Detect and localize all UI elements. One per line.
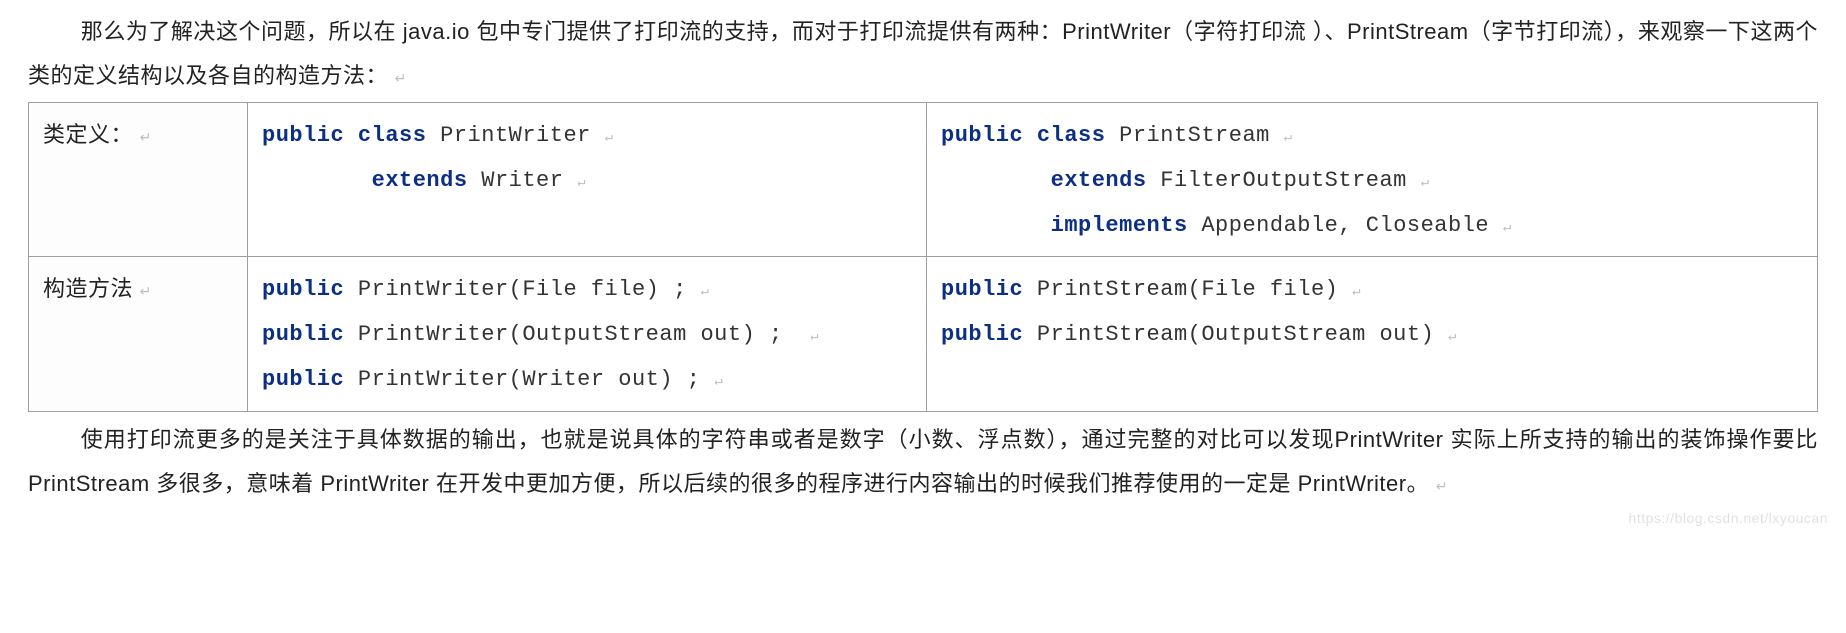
- cell-mark: ↵: [140, 283, 152, 299]
- paragraph-intro: 那么为了解决这个问题，所以在 java.io 包中专门提供了打印流的支持，而对于…: [28, 10, 1818, 98]
- cell-row2-label: 构造方法 ↵: [29, 257, 248, 411]
- type-name: Writer: [481, 168, 563, 193]
- line-mark: ↵: [714, 374, 723, 390]
- document-page: 那么为了解决这个问题，所以在 java.io 包中专门提供了打印流的支持，而对于…: [0, 0, 1846, 550]
- paragraph-summary-text: 使用打印流更多的是关注于具体数据的输出，也就是说具体的字符串或者是数字（小数、浮…: [28, 427, 1818, 496]
- keyword-public: public: [941, 322, 1023, 347]
- keyword-implements: implements: [1051, 213, 1188, 238]
- ctor-sig: PrintStream(OutputStream out): [1037, 322, 1434, 347]
- ctor-sig: PrintWriter(File file) ;: [358, 277, 687, 302]
- line-mark: ↵: [1503, 220, 1512, 236]
- paragraph-summary: 使用打印流更多的是关注于具体数据的输出，也就是说具体的字符串或者是数字（小数、浮…: [28, 418, 1818, 506]
- code-block: public PrintStream(File file) ↵ public P…: [941, 267, 1803, 357]
- keyword-public: public: [941, 123, 1023, 148]
- cell-row1-label: 类定义： ↵: [29, 103, 248, 257]
- line-mark: ↵: [1352, 284, 1361, 300]
- para-mark: ↵: [1436, 478, 1448, 494]
- keyword-public: public: [941, 277, 1023, 302]
- table-row: 构造方法 ↵ public PrintWriter(File file) ; ↵…: [29, 257, 1818, 411]
- ctor-sig: PrintWriter(OutputStream out) ;: [358, 322, 783, 347]
- paragraph-intro-text: 那么为了解决这个问题，所以在 java.io 包中专门提供了打印流的支持，而对于…: [28, 19, 1818, 88]
- code-block: public PrintWriter(File file) ; ↵ public…: [262, 267, 912, 402]
- definition-table: 类定义： ↵ public class PrintWriter ↵ extend…: [28, 102, 1818, 412]
- keyword-public: public: [262, 277, 344, 302]
- code-block: public class PrintWriter ↵ extends Write…: [262, 113, 912, 203]
- line-mark: ↵: [700, 284, 709, 300]
- cell-printstream-ctor: public PrintStream(File file) ↵ public P…: [927, 257, 1818, 411]
- code-block: public class PrintStream ↵ extends Filte…: [941, 113, 1803, 248]
- line-mark: ↵: [1284, 130, 1293, 146]
- type-name: FilterOutputStream: [1160, 168, 1407, 193]
- type-name: PrintWriter: [440, 123, 591, 148]
- cell-printstream-def: public class PrintStream ↵ extends Filte…: [927, 103, 1818, 257]
- type-name: PrintStream: [1119, 123, 1270, 148]
- table-row: 类定义： ↵ public class PrintWriter ↵ extend…: [29, 103, 1818, 257]
- row2-label-text: 构造方法: [43, 276, 133, 301]
- keyword-public: public: [262, 367, 344, 392]
- keyword-public: public: [262, 322, 344, 347]
- cell-printwriter-def: public class PrintWriter ↵ extends Write…: [248, 103, 927, 257]
- row1-label-text: 类定义：: [43, 122, 133, 147]
- para-mark: ↵: [395, 70, 407, 86]
- cell-mark: ↵: [140, 129, 152, 145]
- watermark: https://blog.csdn.net/lxyoucan: [1629, 504, 1828, 532]
- keyword-class: class: [1037, 123, 1106, 148]
- ctor-sig: PrintWriter(Writer out) ;: [358, 367, 701, 392]
- type-list: Appendable, Closeable: [1201, 213, 1489, 238]
- line-mark: ↵: [810, 329, 819, 345]
- keyword-class: class: [358, 123, 427, 148]
- ctor-sig: PrintStream(File file): [1037, 277, 1338, 302]
- keyword-extends: extends: [372, 168, 468, 193]
- keyword-public: public: [262, 123, 344, 148]
- cell-printwriter-ctor: public PrintWriter(File file) ; ↵ public…: [248, 257, 927, 411]
- line-mark: ↵: [1448, 329, 1457, 345]
- line-mark: ↵: [605, 130, 614, 146]
- line-mark: ↵: [577, 175, 586, 191]
- line-mark: ↵: [1421, 175, 1430, 191]
- keyword-extends: extends: [1051, 168, 1147, 193]
